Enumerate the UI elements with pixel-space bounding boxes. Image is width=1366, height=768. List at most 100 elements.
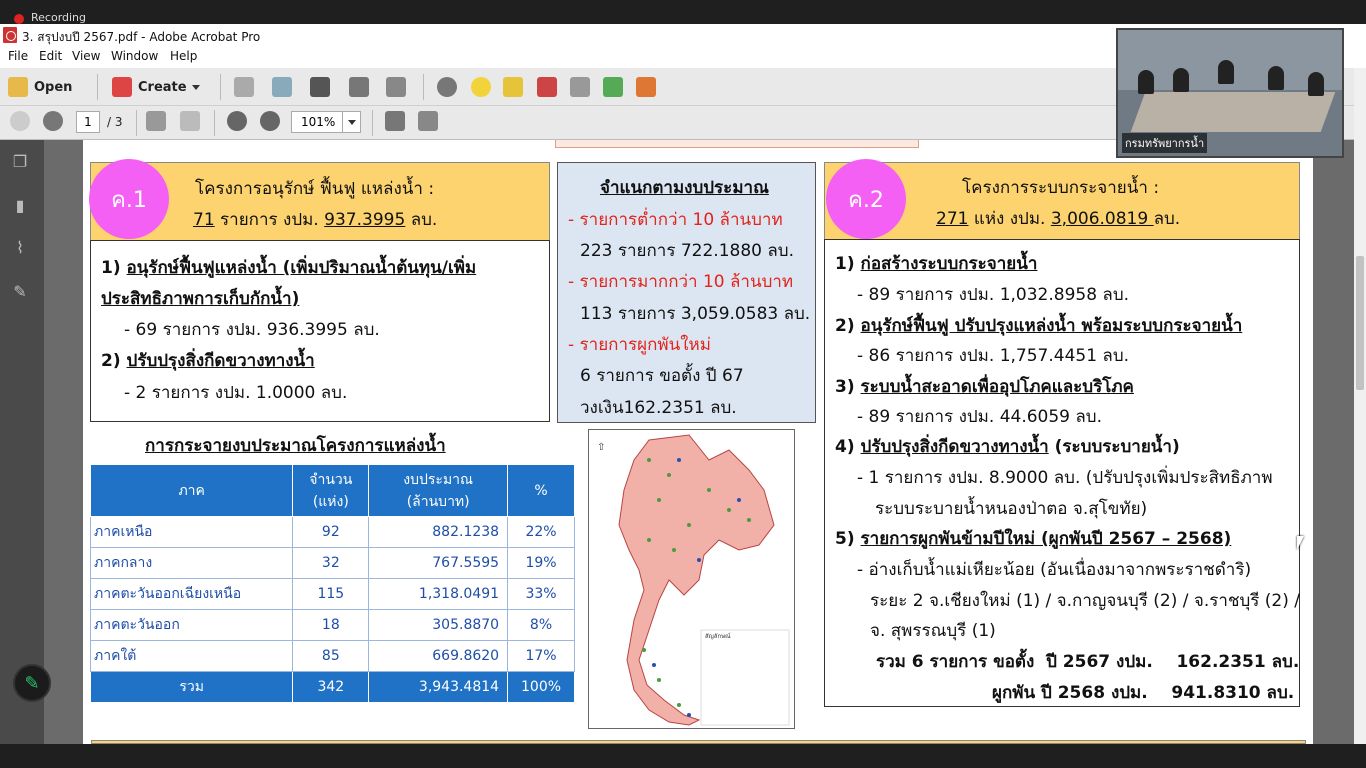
zoom-in-icon[interactable] xyxy=(260,111,280,131)
cell-count: 32 xyxy=(292,547,370,579)
create-pdf-icon xyxy=(112,77,132,97)
menu-help[interactable]: Help xyxy=(170,49,197,63)
prev-box-edge xyxy=(555,140,919,148)
table-row: ภาคกลาง 32 767.5595 19% xyxy=(89,547,575,579)
k1-count-suffix: รายการ งปม. xyxy=(214,210,325,230)
cloud-upload-icon[interactable] xyxy=(272,77,292,97)
col-budget-a: งบประมาณ xyxy=(403,471,474,488)
table-total-row: รวม 342 3,943.4814 100% xyxy=(89,671,575,703)
select-cursor-icon[interactable] xyxy=(146,111,166,131)
next-page-icon[interactable] xyxy=(43,111,63,131)
k1-badge: ค.1 xyxy=(89,159,169,239)
highlight-icon[interactable] xyxy=(503,77,523,97)
cell-pct: 33% xyxy=(507,578,575,610)
zoom-select[interactable]: 101% xyxy=(291,111,361,133)
k1-budget: 937.3995 xyxy=(324,210,406,230)
k2-item3-detail: - 89 รายการ งปม. 44.6059 ลบ. xyxy=(857,407,1103,427)
map-graphic: สัญลักษณ์ ⇧ xyxy=(597,434,790,726)
fit-page-icon[interactable] xyxy=(385,111,405,131)
pdf-icon xyxy=(3,27,17,43)
page-thumbnails-icon[interactable]: ❐ xyxy=(10,152,30,172)
k2-item1-detail: - 89 รายการ งปม. 1,032.8958 ลบ. xyxy=(857,285,1130,305)
email-icon[interactable] xyxy=(386,77,406,97)
k2-badge: ค.2 xyxy=(826,159,906,239)
cell-count: 18 xyxy=(292,609,370,641)
fullscreen-icon[interactable] xyxy=(418,111,438,131)
k2-item4-title-suffix: (ระบบระบายน้ำ) xyxy=(1048,437,1180,457)
save-icon[interactable] xyxy=(234,77,254,97)
edit-icon[interactable] xyxy=(349,77,369,97)
gear-icon[interactable] xyxy=(437,77,457,97)
scroll-thumb[interactable] xyxy=(1356,256,1364,390)
k2-item4-detail2: ระบบระบายน้ำหนองป่าตอ จ.สุโขทัย) xyxy=(875,499,1148,519)
attachment-icon[interactable]: ⌇ xyxy=(10,238,30,258)
map-legend-title: สัญลักษณ์ xyxy=(705,632,731,640)
classify-line1-detail: 223 รายการ 722.1880 ลบ. xyxy=(580,241,794,261)
col-count: จำนวน (แห่ง) xyxy=(292,464,370,517)
budget-table: ภาค จำนวน (แห่ง) งบประมาณ (ล้านบาท) % ภาคเ… xyxy=(89,464,575,703)
cell-count: 85 xyxy=(292,640,370,672)
table-row: ภาคตะวันออก 18 305.8870 8% xyxy=(89,609,575,641)
webcam-person xyxy=(1308,72,1324,96)
webcam-overlay[interactable]: กรมทรัพยากรน้ำ xyxy=(1116,28,1344,158)
cell-pct: 17% xyxy=(507,640,575,672)
print-icon[interactable] xyxy=(310,77,330,97)
protect-icon[interactable] xyxy=(570,77,590,97)
k2-title: โครงการระบบกระจายน้ำ : xyxy=(962,178,1160,198)
k2-budget-suffix: ลบ. xyxy=(1153,209,1181,229)
cell-region: ภาคเหนือ xyxy=(89,516,294,548)
webcam-person xyxy=(1173,68,1189,92)
k1-item2-title: 2) ปรับปรุงสิ่งกีดขวางทางน้ำ xyxy=(101,347,315,374)
comment-icon[interactable] xyxy=(471,77,491,97)
record-icon xyxy=(14,14,24,24)
k2-item2-num: 2) xyxy=(835,316,861,336)
sign-icon[interactable] xyxy=(636,77,656,97)
classify-line1: - รายการต่ำกว่า 10 ล้านบาท xyxy=(568,210,783,230)
signature-icon[interactable]: ✎ xyxy=(10,282,30,302)
menu-view[interactable]: View xyxy=(72,49,100,63)
page-number-input[interactable]: 1 xyxy=(76,111,100,133)
k1-item1-detail: - 69 รายการ งปม. 936.3995 ลบ. xyxy=(124,320,380,340)
k2-count: 271 xyxy=(936,209,969,229)
export-icon[interactable] xyxy=(603,77,623,97)
redact-icon[interactable] xyxy=(537,77,557,97)
thailand-map: สัญลักษณ์ ⇧ xyxy=(588,429,795,729)
prev-page-icon[interactable] xyxy=(10,111,30,131)
k1-item2-title-text: ปรับปรุงสิ่งกีดขวางทางน้ำ xyxy=(126,351,315,371)
pen-icon: ✎ xyxy=(24,672,40,694)
k2-sum1: รวม 6 รายการ ขอตั้ง ปี 2567 งปม. 162.235… xyxy=(876,652,1300,672)
map-legend-box xyxy=(700,629,790,726)
k2-budget: 3,006.0819 xyxy=(1050,209,1154,229)
k2-item2-title-text: อนุรักษ์ฟื้นฟู ปรับปรุงแหล่งน้ำ พร้อมระบ… xyxy=(860,316,1243,336)
menu-window[interactable]: Window xyxy=(111,49,158,63)
cell-budget: 305.8870 xyxy=(368,609,509,641)
bookmark-icon[interactable]: ▮ xyxy=(10,196,30,216)
classify-line3-detail-a: 6 รายการ ขอตั้ง ปี 67 xyxy=(580,366,744,386)
k2-item4-detail: - 1 รายการ งปม. 8.9000 ลบ. (ปรับปรุงเพิ่… xyxy=(857,468,1273,488)
col-budget-b: (ล้านบาท) xyxy=(406,493,470,510)
k1-item1-num: 1) xyxy=(101,258,127,278)
chevron-down-icon[interactable] xyxy=(342,112,360,132)
vertical-scrollbar[interactable] xyxy=(1354,68,1366,744)
classify-line2-detail: 113 รายการ 3,059.0583 ลบ. xyxy=(580,304,811,324)
k2-item5-num: 5) xyxy=(835,529,861,549)
cell-region: รวม xyxy=(89,671,294,703)
k1-item1-title-b: ประสิทธิภาพการเก็บกักน้ำ) xyxy=(101,289,300,309)
menu-edit[interactable]: Edit xyxy=(39,49,62,63)
create-label: Create xyxy=(138,79,187,95)
navigation-pane: ❐ ▮ ⌇ ✎ xyxy=(0,140,44,744)
k2-item5-detail2: ระยะ 2 จ.เชียงใหม่ (1) / จ.กาญจนบุรี (2)… xyxy=(870,591,1301,611)
k2-item5-title-text: รายการผูกพันข้ามปีใหม่ (ผูกพันปี 2567 – … xyxy=(860,529,1232,549)
classify-line3-detail-b: วงเงิน162.2351 ลบ. xyxy=(580,398,737,418)
k2-item3-num: 3) xyxy=(835,377,861,397)
recording-label: Recording xyxy=(31,11,87,24)
annotation-pen-button[interactable]: ✎ xyxy=(13,664,51,702)
open-button[interactable]: Open xyxy=(8,76,72,98)
col-pct: % xyxy=(507,464,575,517)
zoom-out-icon[interactable] xyxy=(227,111,247,131)
k2-item4-title: 4) ปรับปรุงสิ่งกีดขวางทางน้ำ (ระบบระบายน… xyxy=(835,433,1180,460)
k2-item3-title-text: ระบบน้ำสะอาดเพื่ออุปโภคและบริโภค xyxy=(860,377,1134,397)
menu-file[interactable]: File xyxy=(8,49,28,63)
create-button[interactable]: Create xyxy=(112,76,200,98)
hand-tool-icon[interactable] xyxy=(180,111,200,131)
